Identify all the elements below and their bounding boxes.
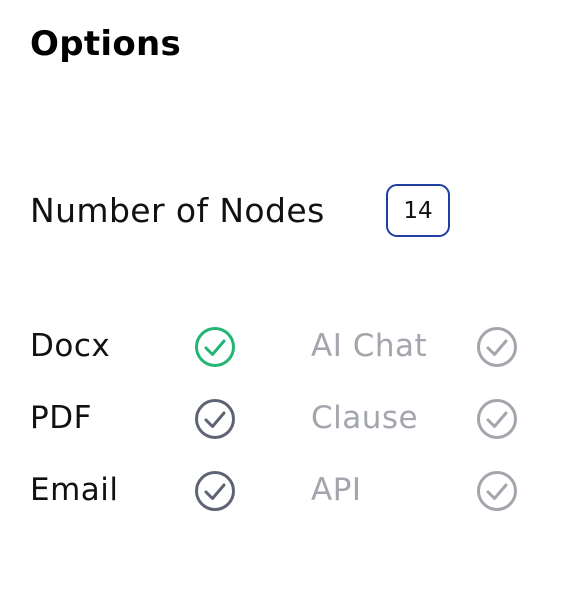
option-label-email: Email	[30, 472, 119, 508]
nodes-label: Number of Nodes	[30, 191, 325, 230]
api-check-icon	[476, 470, 518, 512]
option-label-api: API	[311, 472, 362, 508]
email-check-icon[interactable]	[194, 470, 236, 512]
docx-check-icon[interactable]	[194, 326, 236, 368]
option-label-clause: Clause	[311, 400, 419, 436]
option-label-docx: Docx	[30, 328, 111, 364]
page-title: Options	[30, 24, 182, 64]
ai-chat-check-icon	[476, 326, 518, 368]
option-label-ai-chat: AI Chat	[311, 328, 428, 364]
clause-check-icon	[476, 398, 518, 440]
option-label-pdf: PDF	[30, 400, 92, 436]
pdf-check-icon[interactable]	[194, 398, 236, 440]
nodes-count-input[interactable]: 14	[386, 184, 450, 237]
